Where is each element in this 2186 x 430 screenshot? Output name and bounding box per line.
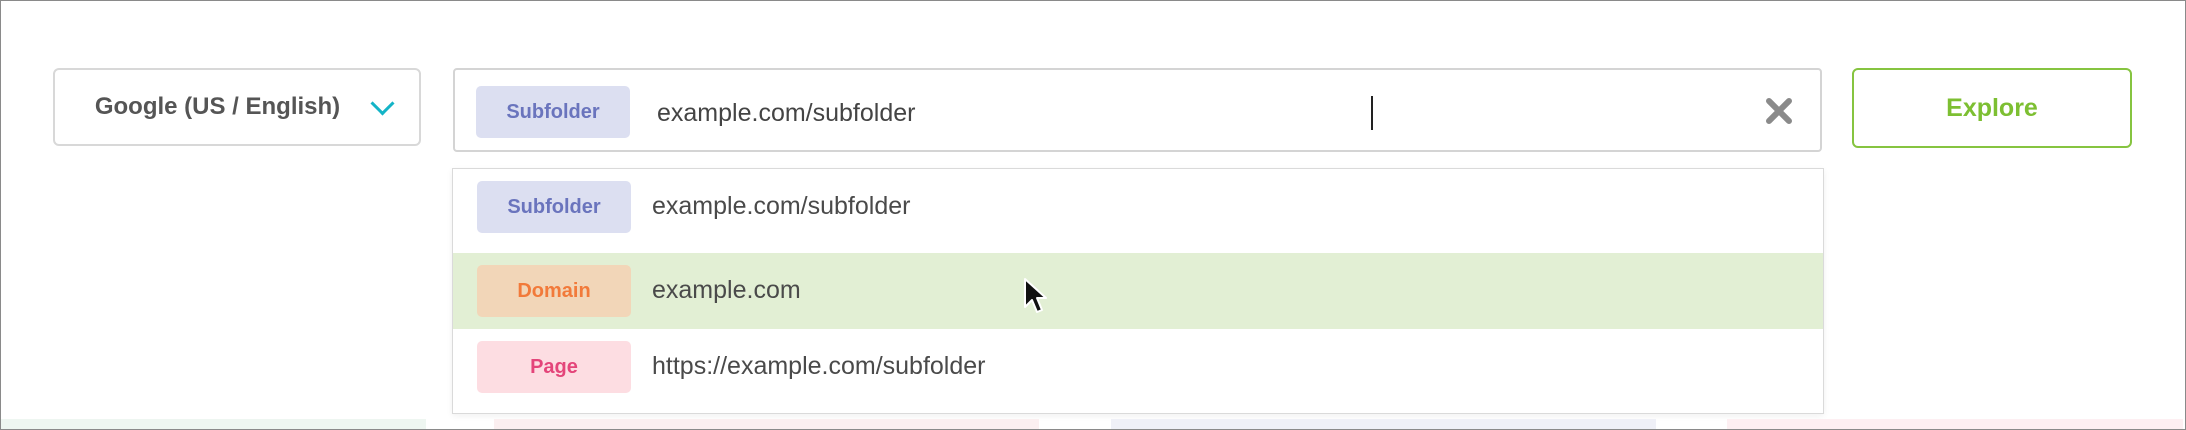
close-icon[interactable] <box>1764 96 1794 126</box>
text-caret <box>1371 96 1373 130</box>
suggestion-text: https://example.com/subfolder <box>652 352 986 380</box>
chevron-down-icon <box>370 90 395 116</box>
suggestion-item-subfolder[interactable]: Subfolder example.com/subfolder <box>453 169 1823 245</box>
suggestion-dropdown: Subfolder example.com/subfolder Domain e… <box>452 168 1824 414</box>
mouse-cursor-icon <box>1023 277 1049 315</box>
app-frame: Google (US / English) Subfolder Explore … <box>0 0 2186 430</box>
suggestion-text: example.com/subfolder <box>652 192 911 220</box>
suggestion-item-page[interactable]: Page https://example.com/subfolder <box>453 329 1823 405</box>
suggestion-tag-subfolder: Subfolder <box>477 181 631 233</box>
background-strip <box>1727 419 2183 429</box>
suggestion-text: example.com <box>652 276 801 304</box>
search-type-tag[interactable]: Subfolder <box>476 86 630 138</box>
background-strip <box>1 419 426 429</box>
suggestion-tag-domain: Domain <box>477 265 631 317</box>
search-engine-dropdown[interactable]: Google (US / English) <box>53 68 421 146</box>
search-input[interactable] <box>655 88 1659 138</box>
suggestion-tag-page: Page <box>477 341 631 393</box>
background-strip <box>1111 419 1656 429</box>
suggestion-item-domain[interactable]: Domain example.com <box>453 253 1823 329</box>
search-box[interactable]: Subfolder <box>453 68 1822 152</box>
search-engine-label: Google (US / English) <box>94 93 341 120</box>
background-strip <box>494 419 1039 429</box>
explore-button[interactable]: Explore <box>1852 68 2132 148</box>
